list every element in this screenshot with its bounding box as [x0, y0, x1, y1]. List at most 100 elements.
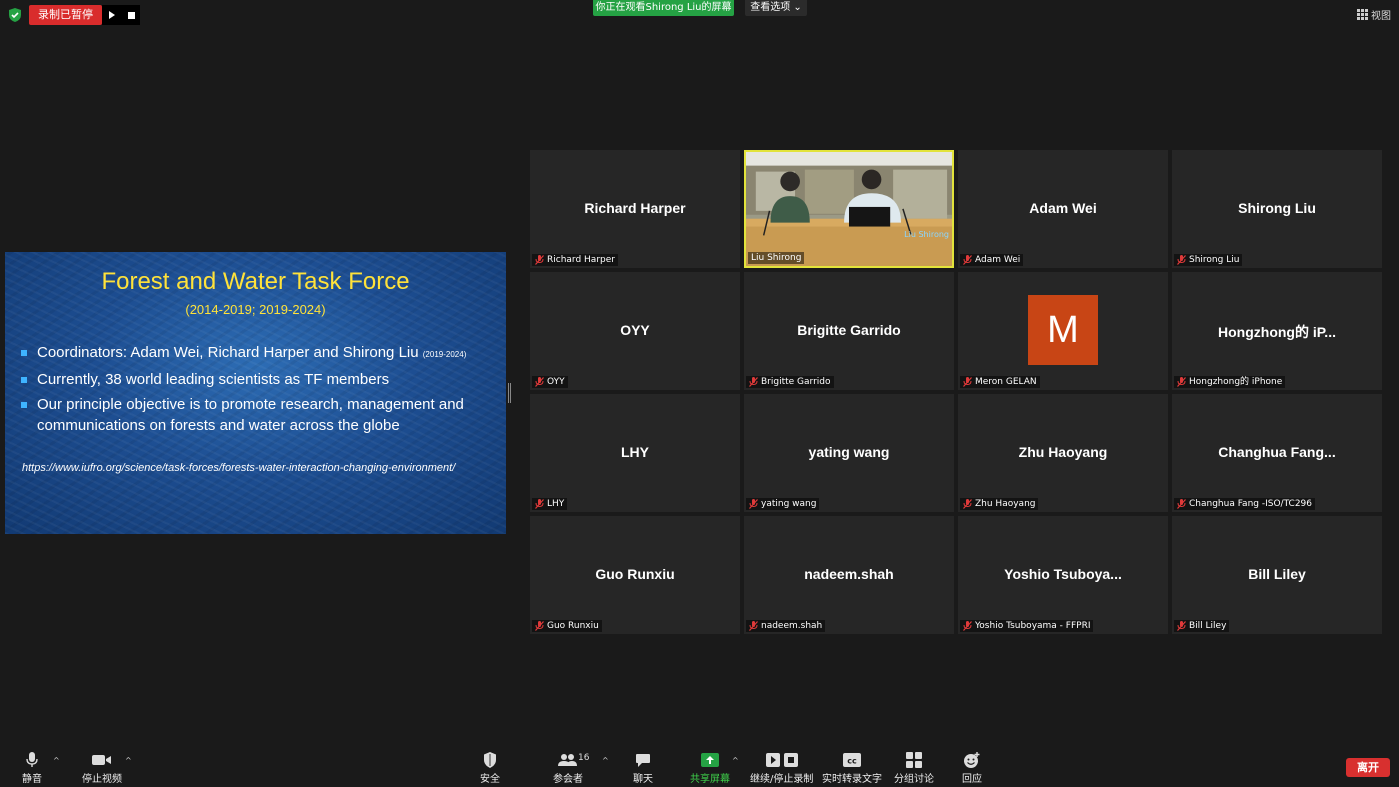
leave-meeting-button[interactable]: 离开: [1346, 758, 1390, 777]
recording-control-button[interactable]: 继续/停止录制: [750, 752, 813, 785]
participant-tile[interactable]: Shirong Liu Shirong Liu: [1172, 150, 1382, 268]
muted-microphone-icon: [749, 377, 758, 387]
muted-microphone-icon: [1177, 499, 1186, 509]
view-toggle-button[interactable]: 视图: [1357, 7, 1391, 22]
participant-name-label: Yoshio Tsuboyama - FFPRI: [960, 620, 1094, 632]
participant-tile[interactable]: yating wang yating wang: [744, 394, 954, 512]
participant-display-name: Shirong Liu: [1238, 200, 1316, 216]
video-options-caret-icon[interactable]: ^: [125, 756, 132, 765]
bullet-square-icon: [21, 402, 27, 408]
participant-name-label: Adam Wei: [960, 254, 1024, 266]
participant-tile[interactable]: Brigitte Garrido Brigitte Garrido: [744, 272, 954, 390]
share-options-caret-icon[interactable]: ^: [732, 756, 739, 765]
smiley-plus-icon: [964, 752, 980, 768]
participant-name-label: yating wang: [746, 498, 820, 510]
security-shield-icon: [9, 8, 21, 22]
closed-caption-icon: cc: [843, 753, 861, 767]
participant-video-feed: [746, 152, 952, 266]
view-options-button[interactable]: 查看选项 ⌄: [745, 0, 807, 16]
share-screen-button[interactable]: 共享屏幕: [690, 752, 730, 785]
participant-tile[interactable]: Liu Shirong Liu Shirong: [744, 150, 954, 268]
microphone-icon: [26, 752, 38, 767]
participant-tile[interactable]: Changhua Fang... Changhua Fang -ISO/TC296: [1172, 394, 1382, 512]
play-icon: [109, 11, 115, 19]
participant-tile[interactable]: Adam Wei Adam Wei: [958, 150, 1168, 268]
participant-name-label: Zhu Haoyang: [960, 498, 1039, 510]
slide-bullet: Coordinators: Adam Wei, Richard Harper a…: [21, 342, 496, 365]
participant-tile[interactable]: M Meron GELAN: [958, 272, 1168, 390]
participant-name-label: Brigitte Garrido: [746, 376, 834, 388]
slide-link: https://www.iufro.org/science/task-force…: [22, 462, 456, 474]
participant-display-name: Zhu Haoyang: [1018, 444, 1108, 460]
slide-bullet: Currently, 38 world leading scientists a…: [21, 369, 496, 390]
participant-display-name: OYY: [620, 322, 650, 338]
participant-count: 16: [578, 753, 590, 763]
participant-display-name: Changhua Fang...: [1218, 444, 1336, 460]
breakout-rooms-icon: [906, 752, 922, 768]
muted-microphone-icon: [1177, 621, 1186, 631]
participant-tile[interactable]: Bill Liley Bill Liley: [1172, 516, 1382, 634]
chat-button[interactable]: 聊天: [633, 752, 653, 785]
participant-tile[interactable]: Zhu Haoyang Zhu Haoyang: [958, 394, 1168, 512]
slide-subtitle: (2014-2019; 2019-2024): [185, 302, 326, 317]
participant-name-label: OYY: [532, 376, 568, 388]
slide-bullet: Our principle objective is to promote re…: [21, 394, 496, 436]
participant-tile[interactable]: LHY LHY: [530, 394, 740, 512]
stop-icon: [783, 753, 798, 767]
video-camera-icon: [92, 755, 111, 765]
muted-microphone-icon: [963, 377, 972, 387]
live-transcript-button[interactable]: cc 实时转录文字: [822, 752, 882, 785]
muted-microphone-icon: [963, 255, 972, 265]
slide-bullet-list: Coordinators: Adam Wei, Richard Harper a…: [21, 342, 496, 440]
participant-name-label: LHY: [532, 498, 568, 510]
participant-tile[interactable]: OYY OYY: [530, 272, 740, 390]
audio-options-caret-icon[interactable]: ^: [53, 756, 60, 765]
breakout-rooms-button[interactable]: 分组讨论: [894, 752, 934, 785]
participant-tile[interactable]: nadeem.shah nadeem.shah: [744, 516, 954, 634]
participant-name-label: Bill Liley: [1174, 620, 1230, 632]
stop-recording-button[interactable]: [122, 5, 140, 25]
slide-title: Forest and Water Task Force: [101, 268, 410, 295]
participant-tile[interactable]: Guo Runxiu Guo Runxiu: [530, 516, 740, 634]
grid-view-icon: [1357, 9, 1368, 20]
slide-bullet-note: (2019-2024): [422, 350, 467, 359]
muted-microphone-icon: [535, 499, 544, 509]
participant-display-name: Guo Runxiu: [595, 566, 675, 582]
participant-tile[interactable]: Richard Harper Richard Harper: [530, 150, 740, 268]
security-button[interactable]: 安全: [480, 752, 500, 785]
participant-name-label: Hongzhong的 iPhone: [1174, 376, 1286, 388]
participant-tile[interactable]: Hongzhong的 iP... Hongzhong的 iPhone: [1172, 272, 1382, 390]
participant-name-label: Meron GELAN: [960, 376, 1040, 388]
stop-icon: [127, 11, 135, 19]
share-screen-icon: [701, 753, 719, 767]
muted-microphone-icon: [1177, 255, 1186, 265]
participant-tile[interactable]: Yoshio Tsuboya... Yoshio Tsuboyama - FFPR…: [958, 516, 1168, 634]
play-icon: [765, 753, 780, 767]
split-divider-handle[interactable]: [508, 383, 511, 403]
svg-text:cc: cc: [847, 757, 857, 766]
participant-display-name: yating wang: [808, 444, 890, 460]
participant-name-label: Liu Shirong: [748, 252, 805, 264]
muted-microphone-icon: [963, 499, 972, 509]
stop-video-button[interactable]: 停止视频: [82, 752, 122, 785]
participant-gallery: Richard Harper Richard Harper Liu Shirong L…: [530, 150, 1382, 634]
resume-recording-button[interactable]: [102, 5, 122, 25]
bullet-square-icon: [21, 350, 27, 356]
mute-button[interactable]: 静音: [22, 752, 42, 785]
participant-name-label: Guo Runxiu: [532, 620, 602, 632]
security-shield-icon: [484, 752, 496, 768]
muted-microphone-icon: [1177, 377, 1186, 387]
participant-name-label: Richard Harper: [532, 254, 618, 266]
participant-name-label: Changhua Fang -ISO/TC296: [1174, 498, 1316, 510]
participant-display-name: Adam Wei: [1029, 200, 1097, 216]
participant-display-name: LHY: [621, 444, 649, 460]
participant-name-label: Shirong Liu: [1174, 254, 1243, 266]
participants-options-caret-icon[interactable]: ^: [602, 756, 609, 765]
reactions-button[interactable]: 回应: [962, 752, 982, 785]
recording-status-badge: 录制已暂停: [29, 5, 102, 25]
muted-microphone-icon: [535, 255, 544, 265]
shared-screen: Forest and Water Task Force (2014-2019; …: [5, 252, 506, 534]
muted-microphone-icon: [963, 621, 972, 631]
participant-name-label: nadeem.shah: [746, 620, 826, 632]
participant-display-name: Hongzhong的 iP...: [1218, 324, 1336, 340]
